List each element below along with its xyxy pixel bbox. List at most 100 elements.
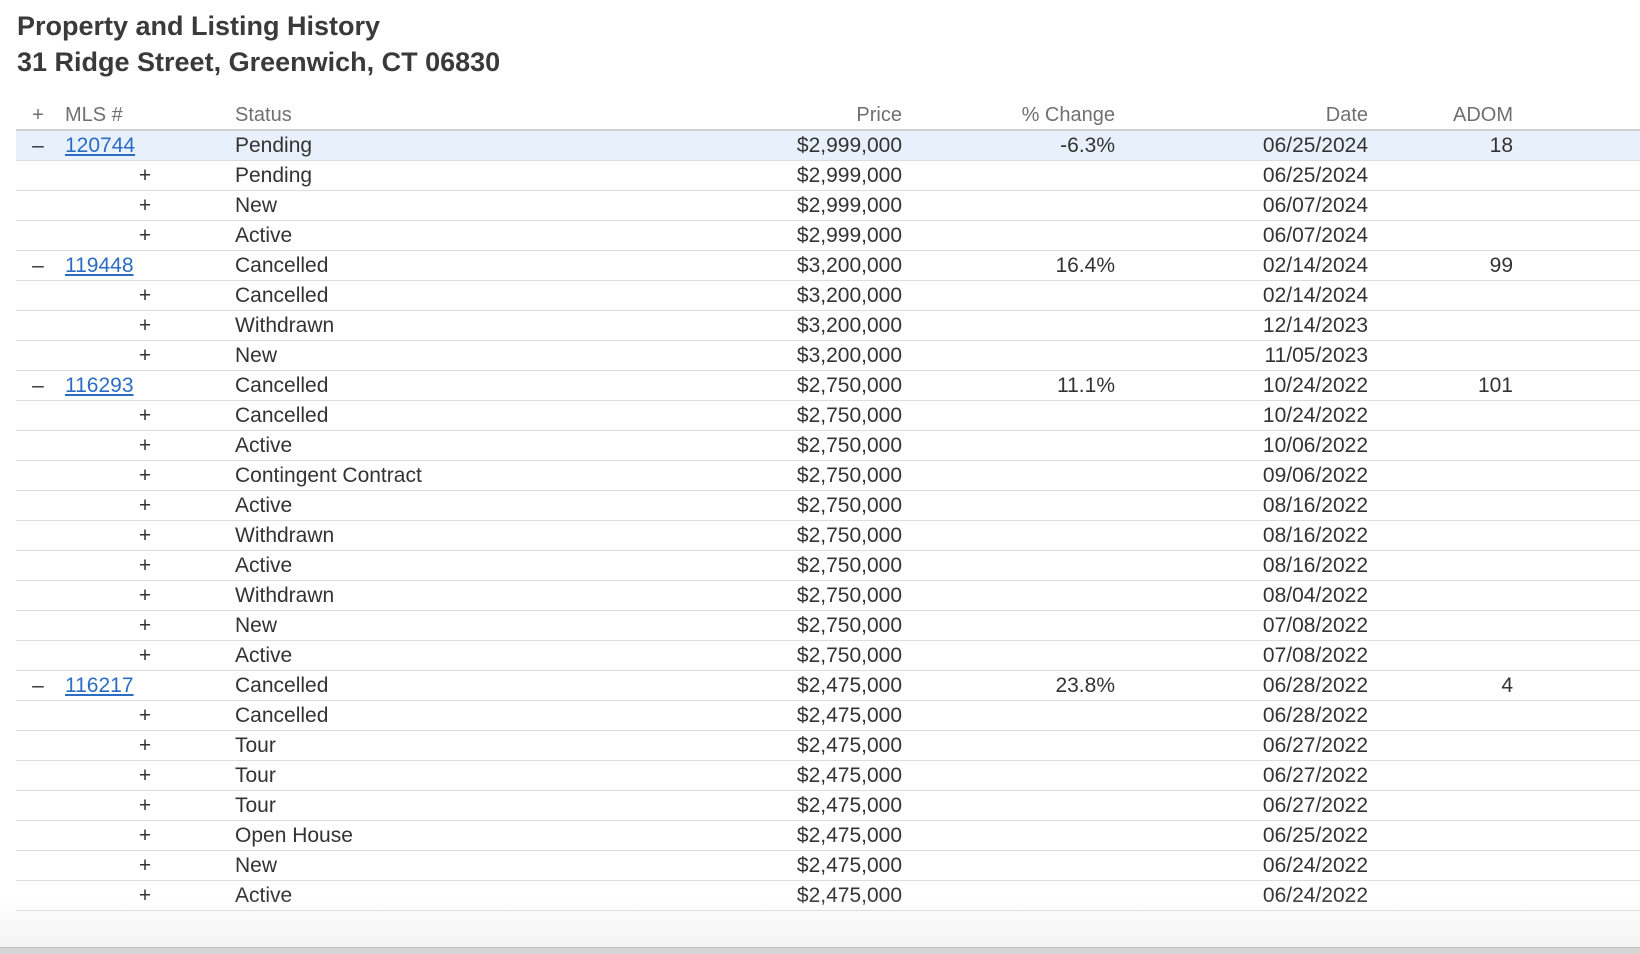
event-date: 08/16/2022 <box>1262 554 1368 577</box>
table-body: –120744 Pending $2,999,000 -6.3% 06/25/2024 1… <box>16 131 1640 911</box>
collapse-toggle[interactable]: – <box>31 251 45 281</box>
expand-event-toggle[interactable]: + <box>137 521 153 551</box>
expand-event-toggle[interactable]: + <box>137 281 153 311</box>
event-price: $2,750,000 <box>796 404 902 427</box>
expand-event-toggle[interactable]: + <box>137 881 153 911</box>
listing-price: $2,475,000 <box>796 674 902 697</box>
event-row: + New $2,750,000 07/08/2022 <box>16 611 1640 641</box>
listing-history-table: + MLS # Status Price % Change Date ADOM … <box>16 100 1640 911</box>
event-price: $2,750,000 <box>796 584 902 607</box>
event-status: Cancelled <box>235 284 329 307</box>
event-status: New <box>235 614 278 637</box>
event-price: $2,750,000 <box>796 494 902 517</box>
property-address: 31 Ridge Street, Greenwich, CT 06830 <box>17 47 501 77</box>
collapse-toggle[interactable]: – <box>31 671 45 701</box>
event-date: 06/27/2022 <box>1262 734 1368 757</box>
collapse-toggle[interactable]: – <box>31 371 45 401</box>
event-status: New <box>235 854 278 877</box>
event-date: 11/05/2023 <box>1264 344 1368 367</box>
event-row: + Withdrawn $2,750,000 08/04/2022 <box>16 581 1640 611</box>
column-header-mls[interactable]: MLS # <box>65 100 123 130</box>
table-header-row: + MLS # Status Price % Change Date ADOM <box>16 100 1640 131</box>
listing-price: $2,750,000 <box>796 374 902 397</box>
event-status: Open House <box>235 824 353 847</box>
event-status: Active <box>235 884 293 907</box>
column-header-adom[interactable]: ADOM <box>1416 100 1513 130</box>
expand-event-toggle[interactable]: + <box>137 491 153 521</box>
collapse-toggle[interactable]: – <box>31 131 45 161</box>
column-header-price[interactable]: Price <box>656 100 902 130</box>
listing-status: Cancelled <box>235 374 329 397</box>
expand-event-toggle[interactable]: + <box>137 461 153 491</box>
expand-event-toggle[interactable]: + <box>137 761 153 791</box>
event-date: 06/07/2024 <box>1262 224 1368 247</box>
expand-event-toggle[interactable]: + <box>137 641 153 671</box>
listing-price: $2,999,000 <box>796 134 902 157</box>
event-date: 07/08/2022 <box>1262 644 1368 667</box>
event-row: + Cancelled $3,200,000 02/14/2024 <box>16 281 1640 311</box>
event-row: + New $2,475,000 06/24/2022 <box>16 851 1640 881</box>
mls-number-link[interactable]: 119448 <box>65 251 134 281</box>
event-row: + Withdrawn $2,750,000 08/16/2022 <box>16 521 1640 551</box>
listing-date: 06/28/2022 <box>1262 674 1368 697</box>
listing-row[interactable]: –120744 Pending $2,999,000 -6.3% 06/25/2024 1… <box>16 131 1640 161</box>
column-header-status[interactable]: Status <box>235 100 292 130</box>
listing-row[interactable]: –116217 Cancelled $2,475,000 23.8% 06/28/202… <box>16 671 1640 701</box>
event-status: Withdrawn <box>235 584 335 607</box>
event-status: Withdrawn <box>235 524 335 547</box>
listing-adom: 99 <box>1489 254 1513 277</box>
mls-number-link[interactable]: 116293 <box>65 371 134 401</box>
expand-event-toggle[interactable]: + <box>137 581 153 611</box>
event-row: + Withdrawn $3,200,000 12/14/2023 <box>16 311 1640 341</box>
event-date: 06/25/2024 <box>1262 164 1368 187</box>
expand-event-toggle[interactable]: + <box>137 821 153 851</box>
event-price: $2,999,000 <box>796 194 902 217</box>
listing-adom: 18 <box>1489 134 1513 157</box>
event-price: $2,475,000 <box>796 704 902 727</box>
expand-event-toggle[interactable]: + <box>137 431 153 461</box>
event-price: $2,750,000 <box>796 554 902 577</box>
event-price: $2,750,000 <box>796 614 902 637</box>
event-row: + Active $2,750,000 08/16/2022 <box>16 551 1640 581</box>
listing-price: $3,200,000 <box>796 254 902 277</box>
listing-row[interactable]: –116293 Cancelled $2,750,000 11.1% 10/24/202… <box>16 371 1640 401</box>
expand-event-toggle[interactable]: + <box>137 191 153 221</box>
event-price: $2,475,000 <box>796 794 902 817</box>
event-status: Tour <box>235 734 276 757</box>
event-row: + Pending $2,999,000 06/25/2024 <box>16 161 1640 191</box>
event-price: $2,750,000 <box>796 524 902 547</box>
event-date: 09/06/2022 <box>1262 464 1368 487</box>
mls-number-link[interactable]: 120744 <box>65 131 135 161</box>
expand-all-toggle[interactable]: + <box>31 100 45 130</box>
event-price: $2,999,000 <box>796 164 902 187</box>
listing-row[interactable]: –119448 Cancelled $3,200,000 16.4% 02/14/202… <box>16 251 1640 281</box>
event-status: Withdrawn <box>235 314 335 337</box>
event-status: Tour <box>235 794 276 817</box>
horizontal-scrollbar[interactable] <box>0 947 1640 954</box>
event-row: + Cancelled $2,475,000 06/28/2022 <box>16 701 1640 731</box>
event-status: Active <box>235 644 293 667</box>
listing-change: -6.3% <box>1060 134 1115 157</box>
expand-event-toggle[interactable]: + <box>137 311 153 341</box>
event-row: + Active $2,750,000 08/16/2022 <box>16 491 1640 521</box>
expand-event-toggle[interactable]: + <box>137 221 153 251</box>
column-header-date[interactable]: Date <box>1166 100 1368 130</box>
listing-status: Pending <box>235 134 313 157</box>
page-header: Property and Listing History 31 Ridge St… <box>17 8 500 80</box>
page-title: Property and Listing History <box>17 11 381 41</box>
event-date: 06/24/2022 <box>1262 884 1368 907</box>
expand-event-toggle[interactable]: + <box>137 161 153 191</box>
expand-event-toggle[interactable]: + <box>137 851 153 881</box>
expand-event-toggle[interactable]: + <box>137 731 153 761</box>
expand-event-toggle[interactable]: + <box>137 341 153 371</box>
listing-date: 10/24/2022 <box>1262 374 1368 397</box>
expand-event-toggle[interactable]: + <box>137 611 153 641</box>
event-status: Active <box>235 494 293 517</box>
expand-event-toggle[interactable]: + <box>137 401 153 431</box>
expand-event-toggle[interactable]: + <box>137 551 153 581</box>
column-header-change[interactable]: % Change <box>966 100 1115 130</box>
mls-number-link[interactable]: 116217 <box>65 671 134 701</box>
expand-event-toggle[interactable]: + <box>137 791 153 821</box>
expand-event-toggle[interactable]: + <box>137 701 153 731</box>
event-status: Active <box>235 434 293 457</box>
